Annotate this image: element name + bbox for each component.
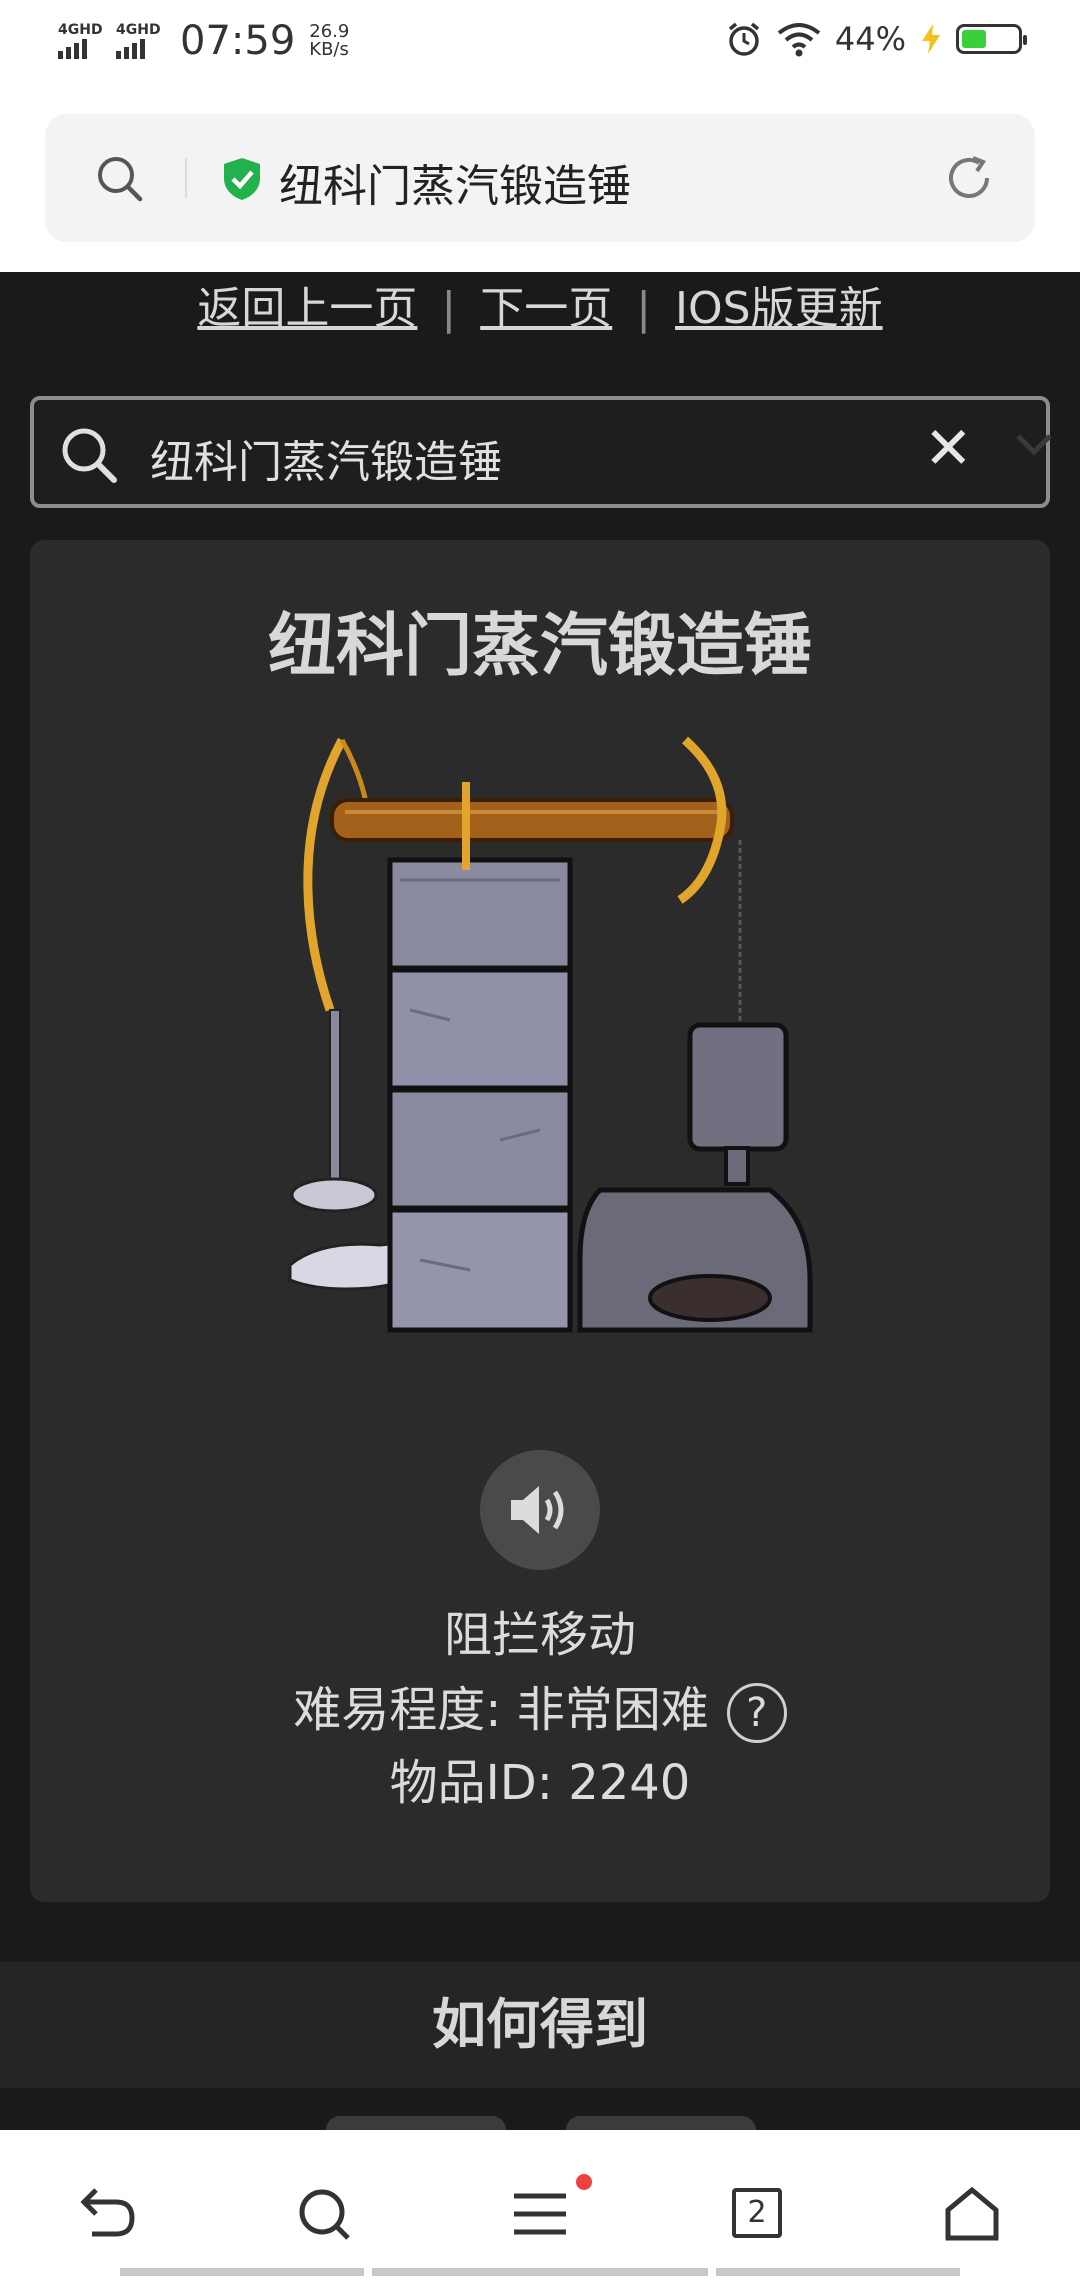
clear-search-button[interactable]: ✕: [924, 414, 973, 482]
search-input[interactable]: 纽科门蒸汽锻造锤: [150, 426, 502, 490]
item-title: 纽科门蒸汽锻造锤: [267, 607, 812, 686]
link-separator: |: [636, 283, 652, 334]
search-icon[interactable]: [294, 2184, 354, 2244]
speaker-icon: [511, 1486, 564, 1534]
browser-toolbar: 纽科门蒸汽锻造锤: [0, 86, 1080, 272]
item-difficulty: 难易程度: 非常困难: [293, 1682, 709, 1738]
menu-button[interactable]: [510, 2174, 592, 2244]
status-bar: 4GHD 4GHD 07:59 26.9 KB/s 44%: [0, 0, 1080, 86]
search-icon: [62, 428, 117, 483]
wifi-icon: [777, 23, 821, 57]
ios-update-link[interactable]: IOS版更新: [675, 283, 883, 334]
secure-shield-icon: [224, 158, 260, 200]
chevron-down-icon[interactable]: [1014, 428, 1054, 458]
battery-percent: 44%: [834, 20, 906, 58]
item-id: 物品ID: 2240: [389, 1755, 691, 1811]
address-divider: [185, 158, 187, 198]
menu-icon: [514, 2193, 566, 2235]
notification-dot: [576, 2174, 592, 2190]
network-speed-unit: KB/s: [309, 39, 349, 60]
search-icon[interactable]: [95, 154, 145, 204]
gesture-bar: [120, 2268, 364, 2276]
item-difficulty-row: 难易程度: 非常困难?: [30, 1670, 1050, 1743]
play-sound-button[interactable]: [480, 1450, 600, 1570]
item-image: [288, 736, 813, 1333]
alarm-icon: [728, 22, 759, 56]
item-effect: 阻拦移动: [443, 1607, 636, 1663]
item-search-box[interactable]: 纽科门蒸汽锻造锤 ✕: [30, 396, 1052, 508]
back-icon[interactable]: [78, 2184, 138, 2244]
item-card: 纽科门蒸汽锻造锤 阻拦移动 难易程度: 非常困难 ? 物品ID: 2240: [30, 540, 1050, 1902]
tabs-button[interactable]: 2: [726, 2184, 786, 2244]
signal-icon: 4GHD: [58, 23, 106, 59]
tab-count: 2: [732, 2188, 782, 2238]
back-page-link[interactable]: 返回上一页: [197, 283, 417, 334]
how-to-get-heading: 如何得到: [0, 1962, 1080, 2088]
gesture-bar: [372, 2268, 708, 2276]
sim2-label: 4GHD: [116, 22, 161, 38]
address-title[interactable]: 纽科门蒸汽锻造锤: [279, 150, 631, 214]
home-icon[interactable]: [942, 2184, 1002, 2244]
charging-icon: [922, 24, 940, 54]
gesture-bar: [716, 2268, 960, 2276]
reload-icon[interactable]: [943, 152, 995, 204]
link-separator: |: [441, 283, 457, 334]
difficulty-help-button[interactable]: ?: [726, 1683, 787, 1743]
address-bar[interactable]: 纽科门蒸汽锻造锤: [45, 114, 1035, 242]
signal-icon-2: 4GHD: [116, 23, 164, 59]
next-page-link[interactable]: 下一页: [480, 283, 612, 334]
browser-bottom-nav: 2: [0, 2130, 1080, 2280]
sim1-label: 4GHD: [58, 22, 103, 38]
battery-icon: [956, 24, 1027, 54]
clock: 07:59: [180, 18, 296, 64]
page-nav-links: 返回上一页 | 下一页 | IOS版更新: [0, 272, 1080, 342]
